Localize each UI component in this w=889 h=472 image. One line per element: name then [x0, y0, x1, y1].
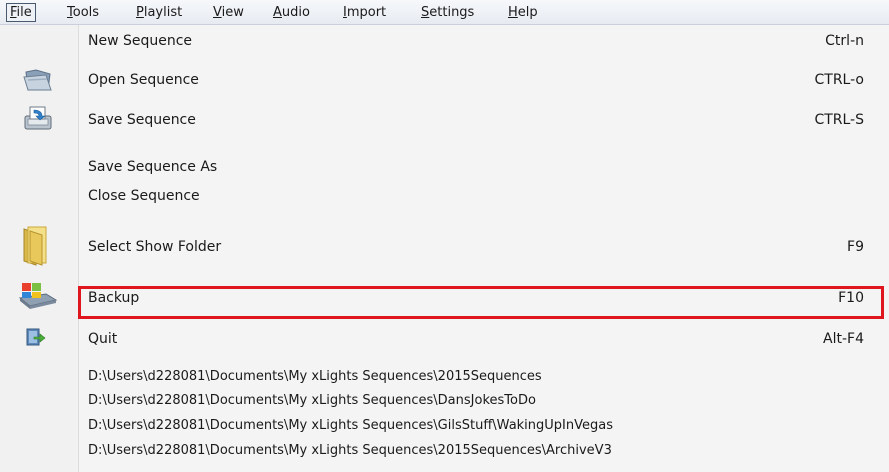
open-folder-icon — [23, 69, 52, 91]
menu-view[interactable]: View — [210, 3, 247, 22]
backup-highlight-annotation — [78, 286, 884, 319]
menu-bar: File Tools Playlist View Audio Import Se… — [0, 0, 889, 25]
menu-item-save-sequence[interactable]: Save Sequence CTRL-S — [0, 106, 889, 132]
menu-item-open-sequence[interactable]: Open Sequence CTRL-o — [0, 68, 889, 92]
menu-playlist[interactable]: Playlist — [133, 3, 185, 22]
menu-help[interactable]: Help — [505, 3, 541, 22]
menu-item-label: Close Sequence — [88, 188, 200, 204]
menu-item-close-sequence[interactable]: Close Sequence — [0, 184, 889, 208]
menu-item-save-sequence-as[interactable]: Save Sequence As — [0, 155, 889, 179]
recent-file-item[interactable]: D:\Users\d228081\Documents\My xLights Se… — [0, 414, 889, 438]
recent-file-path: D:\Users\d228081\Documents\My xLights Se… — [88, 443, 612, 458]
menu-item-shortcut: F9 — [847, 239, 864, 255]
menu-item-label: Quit — [88, 331, 118, 347]
menu-settings[interactable]: Settings — [418, 3, 477, 22]
menu-item-shortcut: Alt-F4 — [823, 331, 864, 347]
menu-item-label: Select Show Folder — [88, 239, 222, 255]
folder-icon — [23, 226, 47, 266]
save-icon — [24, 106, 52, 130]
menu-item-quit[interactable]: Quit Alt-F4 — [0, 327, 889, 351]
recent-file-item[interactable]: D:\Users\d228081\Documents\My xLights Se… — [0, 365, 889, 389]
menu-item-shortcut: CTRL-o — [814, 72, 865, 88]
menu-item-label: Save Sequence As — [88, 159, 218, 175]
menu-item-label: New Sequence — [88, 33, 193, 49]
menu-item-new-sequence[interactable]: New Sequence Ctrl-n — [0, 29, 889, 53]
menu-file[interactable]: File — [6, 3, 36, 22]
menu-tools[interactable]: Tools — [64, 3, 102, 22]
menu-audio[interactable]: Audio — [270, 3, 313, 22]
recent-file-item[interactable]: D:\Users\d228081\Documents\My xLights Se… — [0, 389, 889, 413]
exit-icon — [26, 328, 46, 346]
recent-file-path: D:\Users\d228081\Documents\My xLights Se… — [88, 369, 542, 384]
backup-icon — [18, 283, 58, 309]
menu-item-label: Save Sequence — [88, 112, 196, 128]
menu-item-shortcut: CTRL-S — [814, 112, 864, 128]
recent-file-path: D:\Users\d228081\Documents\My xLights Se… — [88, 393, 536, 408]
menu-import[interactable]: Import — [340, 3, 389, 22]
recent-file-path: D:\Users\d228081\Documents\My xLights Se… — [88, 418, 614, 433]
menu-item-select-show-folder[interactable]: Select Show Folder F9 — [0, 226, 889, 266]
file-dropdown-menu: New Sequence Ctrl-n Open Sequence CTRL-o… — [0, 25, 889, 472]
menu-item-label: Open Sequence — [88, 72, 199, 88]
recent-file-item[interactable]: D:\Users\d228081\Documents\My xLights Se… — [0, 439, 889, 463]
menu-item-shortcut: Ctrl-n — [825, 33, 864, 49]
